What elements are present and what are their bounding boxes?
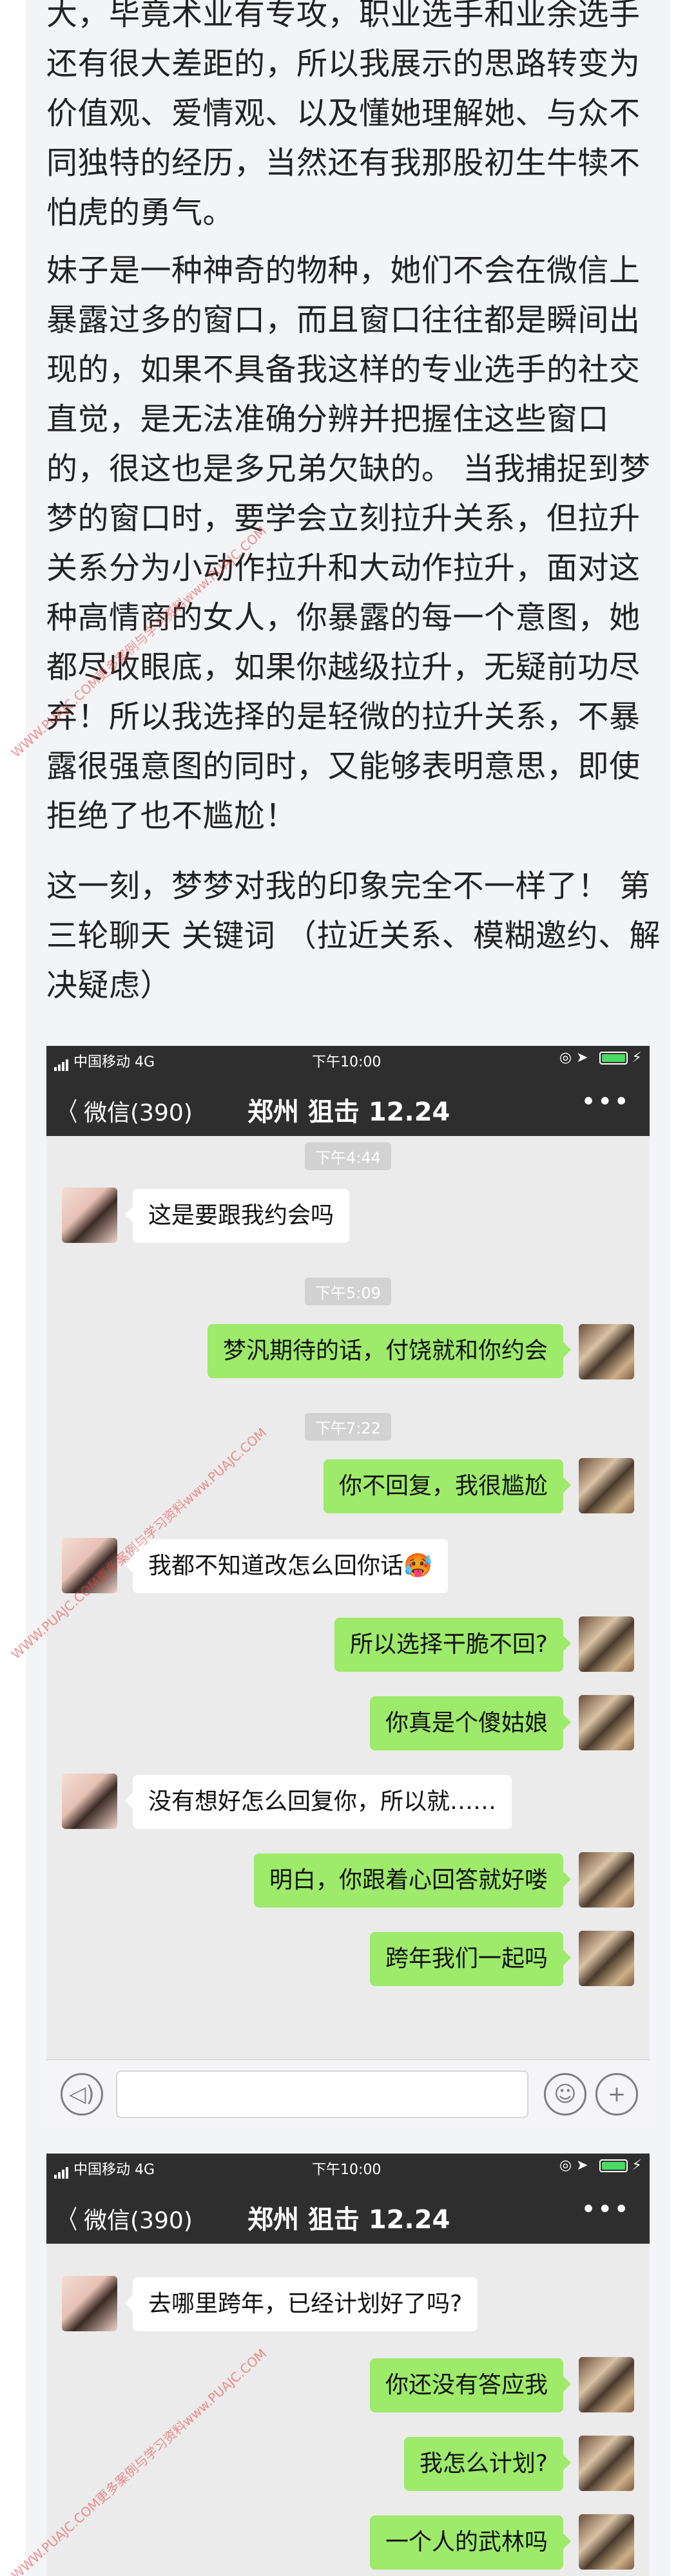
carrier-label: 中国移动 4G	[54, 1050, 155, 1071]
text-line: 同独特的经历，当然还有我那股初生牛犊不	[46, 145, 641, 181]
text-line: 三轮聊天 关键词 （拉近关系、模糊邀约、解	[46, 918, 661, 954]
my-avatar[interactable]	[579, 1458, 634, 1513]
text-line: 关系分为小动作拉升和大动作拉升，面对这	[46, 550, 641, 586]
chevron-left-icon: 〈	[59, 1097, 77, 1127]
status-bar: 中国移动 4G 下午10:00 ◎ ➤ ⚡	[46, 1046, 650, 1072]
chat-input-bar: ◁) ☺ +	[46, 2060, 650, 2128]
signal-icon	[54, 1055, 70, 1071]
article-paragraph-2: 妹子是一种神奇的物种，她们不会在微信上 暴露过多的窗口，而且窗口往往都是瞬间出 …	[46, 246, 652, 841]
message-bubble-outgoing[interactable]: 你不回复，我很尴尬	[323, 1459, 572, 1513]
charging-icon: ⚡	[632, 2157, 642, 2174]
chat-screenshot-2: 中国移动 4G 下午10:00 ◎ ➤ ⚡ 〈微信(390) 郑州 狙击 12.…	[46, 2154, 650, 2576]
message-bubble-incoming[interactable]: 去哪里跨年，已经计划好了吗?	[124, 2277, 478, 2331]
my-avatar[interactable]	[579, 1695, 634, 1750]
back-button[interactable]: 〈微信(390)	[55, 2199, 193, 2236]
status-time: 下午10:00	[312, 2162, 382, 2178]
text-line: 价值观、爱情观、以及懂她理解她、与众不	[46, 95, 641, 131]
carrier-text: 中国移动 4G	[73, 2162, 155, 2178]
message-bubble-outgoing[interactable]: 你还没有答应我	[369, 2358, 572, 2412]
contact-avatar[interactable]	[62, 1774, 117, 1829]
chat-area[interactable]: 去哪里跨年，已经计划好了吗? 你还没有答应我 我怎么计划? 一个人的武林吗	[46, 2244, 650, 2576]
text-line: 大，毕竟术业有专攻，职业选手和业余选手	[46, 0, 641, 32]
location-icon: ◎ ➤	[559, 2157, 588, 2174]
battery-icon	[599, 1052, 628, 1065]
chat-area[interactable]: 下午4:44 这是要跟我约会吗 下午5:09 梦汎期待的话，付饶就和你约会 下午…	[46, 1136, 650, 2060]
message-bubble-incoming[interactable]: 我都不知道改怎么回你话🥵	[125, 1539, 448, 1593]
chat-nav-bar: 〈微信(390) 郑州 狙击 12.24 •••	[46, 1072, 650, 1136]
message-bubble-outgoing[interactable]: 所以选择干脆不回?	[334, 1618, 572, 1672]
text-line: 的，很这也是多兄弟欠缺的。 当我捕捉到梦	[46, 451, 651, 487]
message-bubble-outgoing[interactable]: 我怎么计划?	[403, 2437, 572, 2491]
text-line: 拒绝了也不尴尬！	[46, 798, 297, 834]
status-time: 下午10:00	[312, 1054, 382, 1070]
chat-title: 郑州 狙击 12.24	[247, 2205, 450, 2235]
location-icon: ◎ ➤	[559, 1050, 588, 1066]
message-bubble-outgoing[interactable]: 你真是个傻姑娘	[369, 1696, 572, 1750]
signal-icon	[54, 2163, 70, 2179]
chat-screenshot-1: 中国移动 4G 下午10:00 ◎ ➤ ⚡ 〈微信(390) 郑州 狙击 12.…	[46, 1046, 650, 2128]
message-input[interactable]	[116, 2070, 528, 2118]
carrier-label: 中国移动 4G	[54, 2158, 155, 2179]
text-line: 露很强意图的同时，又能够表明意思，即使	[46, 748, 641, 784]
my-avatar[interactable]	[579, 1616, 634, 1672]
text-line: 怕虎的勇气。	[46, 194, 235, 231]
text-line: 妹子是一种神奇的物种，她们不会在微信上	[46, 252, 641, 289]
message-bubble-incoming[interactable]: 这是要跟我约会吗	[124, 1189, 350, 1243]
charging-icon: ⚡	[632, 1050, 642, 1066]
text-line: 暴露过多的窗口，而且窗口往往都是瞬间出	[46, 302, 641, 338]
text-line: 还有很大差距的，所以我展示的思路转变为	[46, 46, 641, 82]
article-paragraph-3: 这一刻，梦梦对我的印象完全不一样了！ 第 三轮聊天 关键词 （拉近关系、模糊邀约…	[46, 862, 661, 1010]
chat-title: 郑州 狙击 12.24	[247, 1097, 450, 1127]
my-avatar[interactable]	[579, 2514, 634, 2570]
message-bubble-outgoing[interactable]: 一个人的武林吗	[369, 2515, 572, 2570]
text-line: 梦的窗口时，要学会立刻拉升关系，但拉升	[46, 500, 641, 536]
more-options-button[interactable]: •••	[581, 1087, 630, 1117]
my-avatar[interactable]	[579, 2436, 634, 2491]
battery-icon	[599, 2159, 628, 2172]
carrier-text: 中国移动 4G	[73, 1054, 155, 1070]
my-avatar[interactable]	[579, 1324, 634, 1379]
my-avatar[interactable]	[579, 1931, 634, 1986]
chevron-left-icon: 〈	[59, 2205, 77, 2235]
contact-avatar[interactable]	[62, 2276, 117, 2331]
text-line: 直觉，是无法准确分辨并把握住这些窗口	[46, 401, 610, 437]
status-right: ◎ ➤ ⚡	[559, 1050, 642, 1066]
contact-avatar[interactable]	[62, 1188, 117, 1243]
voice-icon[interactable]: ◁)	[61, 2073, 103, 2116]
back-label: 微信(390)	[84, 2208, 193, 2234]
text-line: 弃！所以我选择的是轻微的拉升关系，不暴	[46, 699, 641, 735]
message-bubble-incoming[interactable]: 没有想好怎么回复你，所以就……	[124, 1775, 512, 1829]
timestamp: 下午7:22	[305, 1413, 391, 1441]
message-bubble-outgoing[interactable]: 明白，你跟着心回答就好喽	[253, 1853, 572, 1908]
message-bubble-outgoing[interactable]: 梦汎期待的话，付饶就和你约会	[207, 1324, 572, 1378]
text-line: 现的，如果不具备我这样的专业选手的社交	[46, 352, 641, 388]
status-right: ◎ ➤ ⚡	[559, 2157, 642, 2174]
my-avatar[interactable]	[579, 1852, 634, 1908]
emoji-icon[interactable]: ☺	[544, 2073, 586, 2116]
back-button[interactable]: 〈微信(390)	[55, 1091, 193, 1128]
status-bar: 中国移动 4G 下午10:00 ◎ ➤ ⚡	[46, 2154, 650, 2179]
message-bubble-outgoing[interactable]: 跨年我们一起吗	[369, 1932, 572, 1986]
add-icon[interactable]: +	[595, 2073, 638, 2116]
timestamp: 下午5:09	[305, 1278, 391, 1305]
article-paragraph-1: 大，毕竟术业有专攻，职业选手和业余选手 还有很大差距的，所以我展示的思路转变为 …	[46, 0, 652, 238]
back-label: 微信(390)	[84, 1100, 193, 1126]
text-line: 这一刻，梦梦对我的印象完全不一样了！ 第	[46, 868, 651, 904]
more-options-button[interactable]: •••	[581, 2195, 630, 2224]
chat-nav-bar: 〈微信(390) 郑州 狙击 12.24 •••	[46, 2179, 650, 2244]
my-avatar[interactable]	[579, 2357, 634, 2412]
text-line: 决疑虑）	[46, 967, 172, 1003]
timestamp: 下午4:44	[305, 1142, 391, 1170]
